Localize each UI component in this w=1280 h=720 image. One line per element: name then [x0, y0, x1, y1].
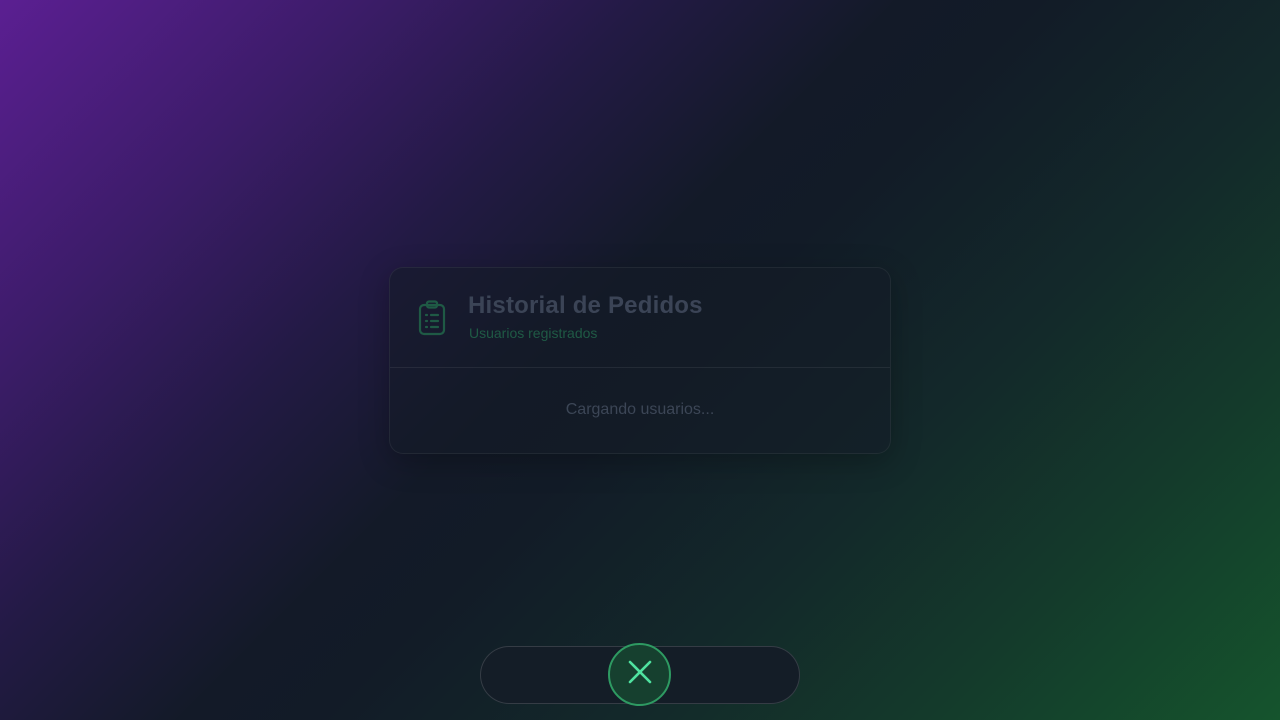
card-subtitle: Usuarios registrados: [469, 325, 598, 341]
clipboard-list-icon: [417, 300, 449, 336]
card-title: Historial de Pedidos: [468, 292, 703, 319]
close-button[interactable]: [608, 643, 671, 706]
close-icon: [627, 659, 653, 690]
loading-text: Cargando usuarios...: [565, 401, 715, 418]
card-header: Historial de Pedidos Usuarios registrado…: [390, 268, 890, 368]
card-body: Cargando usuarios...: [390, 368, 890, 453]
orders-card: Historial de Pedidos Usuarios registrado…: [389, 267, 891, 454]
